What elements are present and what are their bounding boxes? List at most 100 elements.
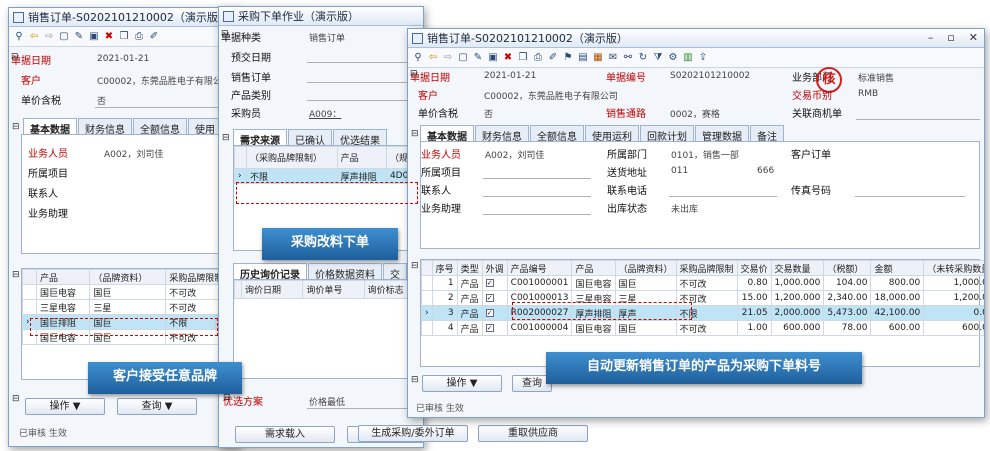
copy-icon[interactable]: ❐	[118, 31, 130, 43]
print-icon[interactable]: ⎙	[532, 52, 544, 64]
table-row[interactable]: 国巨电容 国巨 不可改	[22, 284, 239, 300]
dept-label: 所属部门	[607, 150, 647, 161]
col-brand[interactable]: （品牌资料）	[614, 260, 677, 276]
app-icon	[412, 32, 423, 44]
export-icon[interactable]: ⇪	[697, 52, 709, 64]
col-tax[interactable]: （税额）	[823, 260, 872, 276]
col-external[interactable]: 外调	[481, 260, 508, 276]
buyer-label: 采购员	[231, 109, 261, 120]
col-brand-limit[interactable]: （采购品牌限制）	[246, 146, 338, 169]
generate-po-button-ext[interactable]: 生成采购/委外订单	[358, 425, 468, 442]
col-product[interactable]: 产品	[336, 146, 387, 169]
currency-value[interactable]: RMB	[858, 89, 878, 99]
col-brand[interactable]: （品牌资料）	[89, 269, 167, 285]
preferred-value[interactable]: 价格最低	[309, 395, 345, 408]
table-row[interactable]: 4 产品 ✓ C001000004 国巨电容 国巨 不可改 1.00 600.000 78.00 6…	[421, 320, 984, 336]
rep-value[interactable]: A002，刘司佳	[104, 147, 163, 160]
window-3-title: 销售订单-S0202101210002（演示版）	[427, 32, 628, 45]
col-type[interactable]: 类型	[456, 260, 483, 276]
rep-value[interactable]: A002，刘司佳	[485, 148, 544, 161]
mail-icon[interactable]: ✉	[607, 52, 619, 64]
copy-icon[interactable]: ❐	[517, 52, 529, 64]
maximize-icon[interactable]: ▫	[947, 31, 954, 44]
col-amount[interactable]: 金额	[870, 260, 925, 276]
back-arrow-icon[interactable]: ⇦	[427, 52, 439, 64]
table-row-selected[interactable]: › 3 产品 ✓ R002000027 厚声排阻 厚声 不限 21.05 2,000.000 5,4…	[421, 305, 984, 321]
tools-icon[interactable]: ✐	[148, 31, 160, 43]
new-doc-icon[interactable]: ▢	[58, 31, 70, 43]
category-label: 产品类别	[231, 91, 271, 102]
chart-icon[interactable]: ▥	[682, 52, 694, 64]
print-icon[interactable]: ⎙	[133, 31, 145, 43]
search-icon[interactable]: ⚲	[412, 52, 424, 64]
out-status-value[interactable]: 未出库	[671, 202, 698, 215]
forward-arrow-icon[interactable]: ⇨	[43, 31, 55, 43]
col-price[interactable]: 交易价	[736, 260, 772, 276]
doc-icon[interactable]: ▤	[577, 52, 589, 64]
col-product[interactable]: 产品	[35, 269, 91, 285]
col-product[interactable]: 产品	[571, 260, 616, 276]
doc-type-value[interactable]: 销售订单	[309, 31, 345, 44]
edit-icon[interactable]: ✎	[73, 31, 85, 43]
buyer-value[interactable]: A009：	[309, 107, 341, 120]
new-doc-icon[interactable]: ▢	[457, 52, 469, 64]
customer-value[interactable]: C00002，东莞品胜电子有限公司	[484, 89, 618, 102]
col-seq[interactable]: 序号	[431, 260, 458, 276]
refetch-supplier-button[interactable]: 重取供应商	[478, 425, 588, 442]
date-value[interactable]: 2021-01-21	[97, 54, 149, 64]
currency-label: 交易币别	[792, 91, 832, 102]
window-3-toolbar: ⚲ ⇦ ⇨ ▢ ✎ ▣ ✖ ❐ ⎙ ✐ ⚑ ▤ ▦ ✉ ⚯ ↻ ⧩ ⚙ ▥ ⇪	[408, 48, 984, 68]
load-demand-button[interactable]: 需求载入	[235, 426, 335, 443]
back-arrow-icon[interactable]: ⇦	[28, 31, 40, 43]
assistant-label: 业务助理	[421, 204, 461, 215]
col-inquiry-no[interactable]: 询价单号	[302, 280, 365, 299]
window-3-product-grid: 序号 类型 外调 产品编号 产品 （品牌资料） 采购品牌限制 交易价 交易数量 …	[420, 259, 984, 367]
edit-icon[interactable]: ✎	[472, 52, 484, 64]
fax-label: 传真号码	[791, 186, 831, 197]
collapse-icon[interactable]: ⊟	[12, 122, 20, 132]
callout-auto-update: 自动更新销售订单的产品为采购下单料号	[546, 352, 862, 384]
price-tax-value[interactable]: 否	[484, 107, 493, 120]
minimize-icon[interactable]: –	[928, 31, 934, 44]
table-row[interactable]: 2 产品 ✓ C001000013 三星电容 三星 不可改 15.00 1,200.000 2,3…	[421, 290, 984, 306]
price-tax-label: 单价含税	[21, 96, 61, 107]
collapse-icon[interactable]: ⊟	[12, 270, 20, 280]
preferred-label: ⊟ 优选方案	[223, 393, 263, 408]
dept-value[interactable]: 0101，销售一部	[671, 148, 739, 161]
price-tax-value[interactable]: 否	[97, 94, 106, 107]
callout-customer: 客户接受任意品牌	[88, 362, 242, 394]
delete-icon[interactable]: ✖	[502, 52, 514, 64]
link-icon[interactable]: ⚯	[622, 52, 634, 64]
customer-value[interactable]: C00002，东莞品胜电子有限公	[97, 74, 222, 87]
search-icon[interactable]: ⚲	[13, 31, 25, 43]
col-pending-qty[interactable]: （未转采购数量）	[923, 260, 984, 276]
ship-value[interactable]: 011	[671, 166, 688, 176]
close-icon[interactable]: ✕	[969, 31, 978, 44]
operate-button[interactable]: 操作 ▼	[25, 398, 105, 415]
settings-icon[interactable]: ⚙	[667, 52, 679, 64]
channel-value[interactable]: 0002，赛格	[670, 107, 720, 120]
flag-icon[interactable]: ⚑	[562, 52, 574, 64]
col-qty[interactable]: 交易数量	[770, 260, 825, 276]
operate-button[interactable]: 操作 ▼	[422, 375, 502, 392]
tools-icon[interactable]: ✐	[547, 52, 559, 64]
col-brand-limit[interactable]: 采购品牌限制	[675, 260, 738, 276]
filter-icon[interactable]: ⧩	[652, 52, 664, 64]
save-icon[interactable]: ▣	[88, 31, 100, 43]
pre-date-label: 预交日期	[231, 53, 271, 64]
col-product-code[interactable]: 产品编号	[506, 260, 573, 276]
date-value[interactable]: 2021-01-21	[484, 71, 536, 81]
query-button[interactable]: 查询 ▼	[117, 398, 197, 415]
report-icon[interactable]: ▦	[592, 52, 604, 64]
doc-no-value[interactable]: S0202101210002	[670, 71, 750, 81]
col-inquiry-date[interactable]: 询价日期	[240, 280, 304, 299]
delete-icon[interactable]: ✖	[103, 31, 115, 43]
table-row[interactable]: 三星电容 三星 不可改	[22, 299, 239, 315]
ship-value-2[interactable]: 666	[757, 166, 774, 176]
forward-arrow-icon[interactable]: ⇨	[442, 52, 454, 64]
save-icon[interactable]: ▣	[487, 52, 499, 64]
biz-type-value[interactable]: 标准销售	[858, 71, 894, 84]
table-row[interactable]: 1 产品 ✓ C001000001 国巨电容 国巨 不可改 0.80 1,000.000 104.…	[421, 275, 984, 291]
refresh-icon[interactable]: ↻	[637, 52, 649, 64]
ship-label: 送货地址	[607, 168, 647, 179]
